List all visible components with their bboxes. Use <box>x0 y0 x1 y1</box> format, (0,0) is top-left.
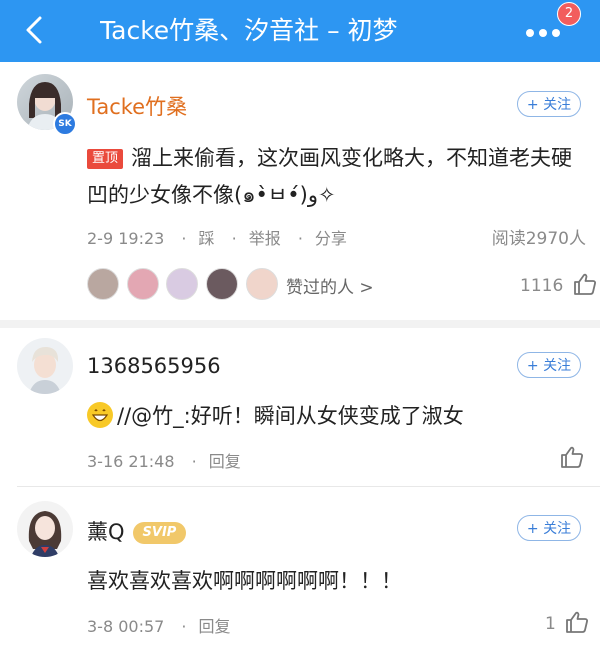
like-button[interactable] <box>556 446 584 469</box>
read-count: 阅读2970人 <box>491 229 586 249</box>
reply-button[interactable]: 回复 <box>199 617 231 636</box>
thumbs-up-icon <box>566 611 589 633</box>
username-text[interactable]: 薰Q <box>87 520 125 544</box>
comment-text: //@竹_:好听！瞬间从女侠变成了淑女 <box>87 398 587 435</box>
verified-badge-icon: SK <box>53 112 77 136</box>
top-bar: Tacke竹桑、汐音社 – 初梦 2 <box>0 0 600 62</box>
comment-time: 3-8 00:57 <box>87 617 165 636</box>
svip-badge: SVIP <box>132 522 187 544</box>
pinned-tag: 置顶 <box>87 149 124 169</box>
like-count: 1116 <box>520 276 564 296</box>
dislike-button[interactable]: 踩 <box>199 229 215 248</box>
divider <box>0 320 600 328</box>
avatar[interactable] <box>17 338 73 394</box>
comment-username[interactable]: Tacke竹桑 <box>87 91 187 121</box>
liker-avatar[interactable] <box>127 268 159 300</box>
comment: 1368565956 + 关注 //@竹_:好听！瞬间从女侠变成了淑女 3-16… <box>0 328 600 486</box>
like-button[interactable]: 1 <box>545 611 589 634</box>
comment-author: SK Tacke竹桑 + 关注 置顶 溜上来偷看，这次画风变化略大，不知道老夫硬凹… <box>0 62 600 320</box>
likers-row[interactable]: 赞过的人 > 1116 <box>0 268 600 302</box>
comment-meta: 3-8 00:57 · 回复 <box>87 617 231 636</box>
back-arrow-icon[interactable] <box>20 14 48 46</box>
comment-content: //@竹_:好听！瞬间从女侠变成了淑女 <box>117 404 464 428</box>
avatar[interactable] <box>17 501 73 557</box>
likers-link[interactable]: 赞过的人 > <box>286 273 374 298</box>
follow-button[interactable]: + 关注 <box>517 515 581 541</box>
like-button[interactable]: 1116 <box>520 273 597 296</box>
liker-avatar[interactable] <box>166 268 198 300</box>
comment-text: 置顶 溜上来偷看，这次画风变化略大，不知道老夫硬凹的少女像不像(๑•̀ㅂ•́)و✧ <box>87 140 587 214</box>
liker-avatar[interactable] <box>246 268 278 300</box>
liker-avatar[interactable] <box>87 268 119 300</box>
share-button[interactable]: 分享 <box>315 229 347 248</box>
comment-time: 2-9 19:23 <box>87 229 165 248</box>
comment-text: 喜欢喜欢喜欢啊啊啊啊啊啊！！！ <box>87 563 587 600</box>
comment: 薰Q SVIP + 关注 喜欢喜欢喜欢啊啊啊啊啊啊！！！ 3-8 00:57 · 回… <box>0 487 600 651</box>
page-title: Tacke竹桑、汐音社 – 初梦 <box>100 16 398 45</box>
report-button[interactable]: 举报 <box>249 229 281 248</box>
comment-time: 3-16 21:48 <box>87 452 175 471</box>
comment-meta: 2-9 19:23 · 踩 · 举报 · 分享 <box>87 229 347 248</box>
grinning-emoji-icon <box>87 402 113 428</box>
thumbs-up-icon <box>561 446 583 468</box>
like-count: 1 <box>545 614 556 634</box>
thumbs-up-icon <box>573 273 596 295</box>
comment-username[interactable]: 1368565956 <box>87 354 221 378</box>
liker-avatar[interactable] <box>206 268 238 300</box>
follow-button[interactable]: + 关注 <box>517 91 581 117</box>
comment-content: 喜欢喜欢喜欢啊啊啊啊啊啊！！！ <box>87 569 402 593</box>
comment-meta: 3-16 21:48 · 回复 <box>87 452 241 471</box>
notification-badge: 2 <box>557 2 581 26</box>
follow-button[interactable]: + 关注 <box>517 352 581 378</box>
comment-username[interactable]: 薰Q SVIP <box>87 516 187 546</box>
reply-button[interactable]: 回复 <box>209 452 241 471</box>
comment-content: 溜上来偷看，这次画风变化略大，不知道老夫硬凹的少女像不像(๑•̀ㅂ•́)و✧ <box>87 146 573 207</box>
more-options-icon[interactable] <box>526 22 566 38</box>
